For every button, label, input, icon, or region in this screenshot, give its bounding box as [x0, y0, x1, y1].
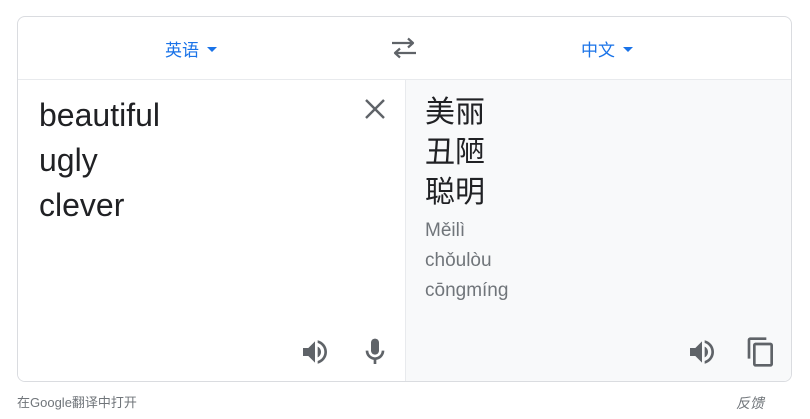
- target-language-selector[interactable]: 中文: [581, 17, 633, 79]
- source-pane[interactable]: beautiful ugly clever: [18, 80, 405, 381]
- source-language-selector[interactable]: 英语: [165, 17, 217, 79]
- feedback-link[interactable]: 反馈: [736, 393, 764, 413]
- target-language-label: 中文: [581, 40, 615, 60]
- source-language-label: 英语: [165, 40, 199, 60]
- translation-text: 美丽 丑陋 聪明: [425, 93, 485, 213]
- translation-pane: 美丽 丑陋 聪明 Měilì chǒulòu cōngmíng: [405, 80, 791, 381]
- translation-line: 美丽: [425, 95, 485, 130]
- speaker-icon[interactable]: [686, 336, 718, 368]
- caret-down-icon: [207, 47, 217, 52]
- romanization-line: chǒulòu: [425, 250, 492, 271]
- copy-icon[interactable]: [745, 336, 777, 368]
- romanization-line: cōngmíng: [425, 280, 509, 301]
- language-bar: 英语 中文: [18, 17, 791, 80]
- source-line: clever: [39, 187, 125, 223]
- caret-down-icon: [623, 47, 633, 52]
- translation-line: 聪明: [425, 175, 485, 210]
- romanization: Měilì chǒulòu cōngmíng: [425, 216, 508, 306]
- open-in-google-translate-link[interactable]: 在Google翻译中打开: [17, 392, 137, 411]
- translation-line: 丑陋: [425, 135, 485, 170]
- source-line: ugly: [39, 142, 98, 178]
- close-icon[interactable]: [361, 95, 389, 123]
- swap-languages-icon[interactable]: [390, 36, 418, 60]
- speaker-icon[interactable]: [299, 336, 331, 368]
- source-text[interactable]: beautiful ugly clever: [39, 93, 160, 228]
- romanization-line: Měilì: [425, 220, 466, 241]
- source-line: beautiful: [39, 97, 160, 133]
- microphone-icon[interactable]: [359, 336, 391, 368]
- translate-card: 英语 中文 beautiful ugly clever 美丽 丑陋 聪明 Měi…: [17, 16, 792, 382]
